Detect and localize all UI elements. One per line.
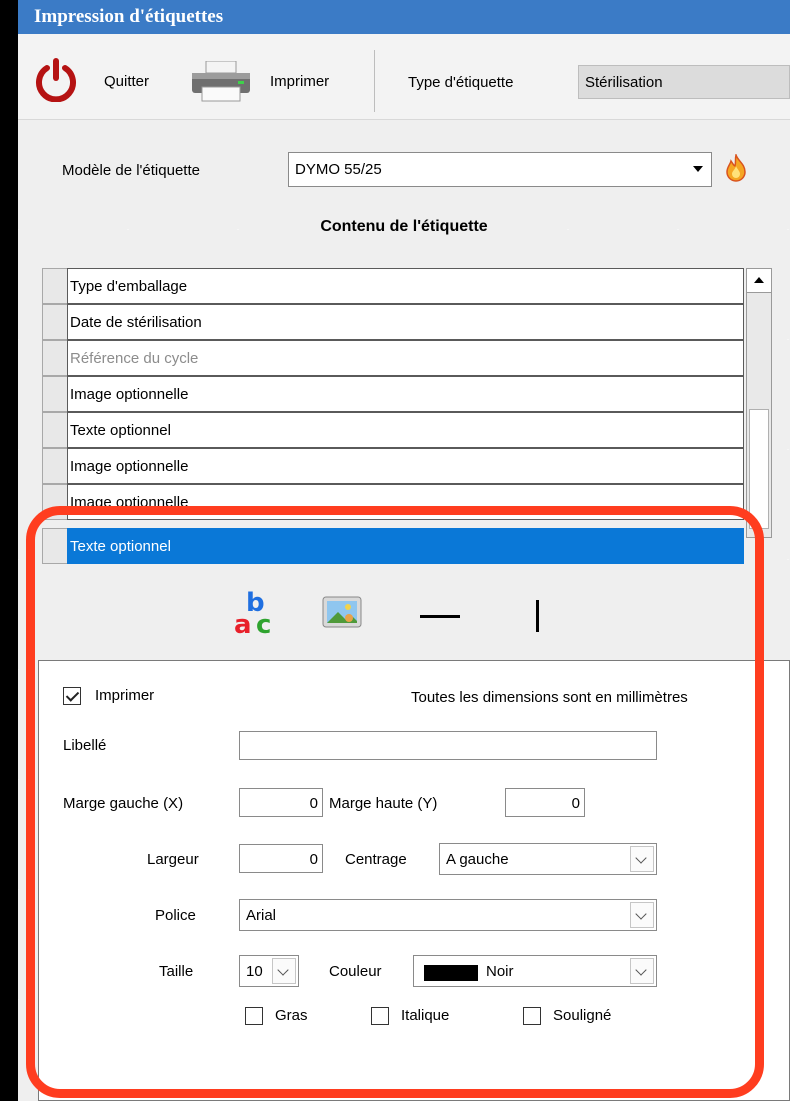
- row-selector[interactable]: [42, 268, 67, 304]
- font-select-value: Arial: [246, 907, 277, 924]
- vertical-line-tool-icon[interactable]: [536, 600, 539, 632]
- list-item[interactable]: Image optionnelle: [42, 448, 744, 484]
- width-label: Largeur: [147, 851, 199, 868]
- list-item[interactable]: Date de stérilisation: [42, 304, 744, 340]
- quit-button[interactable]: Quitter: [104, 73, 149, 90]
- bold-checkbox[interactable]: [245, 1007, 263, 1025]
- model-select[interactable]: DYMO 55/25: [288, 152, 712, 187]
- list-item-label: Image optionnelle: [67, 484, 744, 520]
- abc-letter-c-icon: c: [256, 610, 272, 640]
- margin-top-label: Marge haute (Y): [329, 795, 438, 812]
- font-label: Police: [155, 907, 196, 924]
- properties-panel: Imprimer Toutes les dimensions sont en m…: [38, 660, 790, 1101]
- size-select[interactable]: 10: [239, 955, 299, 987]
- underline-label: Souligné: [553, 1007, 612, 1024]
- italic-label: Italique: [401, 1007, 450, 1024]
- margin-top-input[interactable]: 0: [505, 788, 585, 817]
- chevron-down-icon[interactable]: [693, 166, 703, 172]
- print-button[interactable]: Imprimer: [270, 73, 329, 90]
- list-item-selected[interactable]: Texte optionnel: [42, 528, 744, 564]
- italic-checkbox[interactable]: [371, 1007, 389, 1025]
- size-label: Taille: [159, 963, 194, 980]
- list-item[interactable]: Image optionnelle: [42, 484, 744, 520]
- image-tool-icon[interactable]: [322, 596, 362, 628]
- row-selector[interactable]: [42, 304, 67, 340]
- toolbar-separator: [374, 50, 375, 112]
- libelle-label: Libellé: [63, 737, 107, 754]
- row-selector[interactable]: [42, 340, 67, 376]
- list-item-label: Date de stérilisation: [67, 304, 744, 340]
- list-item-label: Image optionnelle: [67, 448, 744, 484]
- scroll-up-icon[interactable]: [747, 269, 771, 293]
- underline-checkbox[interactable]: [523, 1007, 541, 1025]
- model-select-value: DYMO 55/25: [295, 161, 382, 178]
- model-label: Modèle de l'étiquette: [62, 162, 200, 179]
- scroll-thumb[interactable]: [749, 409, 769, 529]
- width-input[interactable]: 0: [239, 844, 323, 873]
- content-list: Type d'emballage Date de stérilisation R…: [42, 268, 772, 568]
- power-icon[interactable]: [34, 58, 78, 102]
- align-label: Centrage: [345, 851, 407, 868]
- align-select-value: A gauche: [446, 851, 509, 868]
- color-swatch: [424, 965, 478, 981]
- libelle-input[interactable]: [239, 731, 657, 760]
- print-checkbox-label: Imprimer: [95, 687, 155, 704]
- font-select[interactable]: Arial: [239, 899, 657, 931]
- row-selector[interactable]: [42, 484, 67, 520]
- row-selector[interactable]: [42, 448, 67, 484]
- text-tool-icon[interactable]: a b c: [234, 588, 276, 640]
- label-type-field[interactable]: Stérilisation: [578, 65, 790, 99]
- chevron-down-icon[interactable]: [630, 902, 654, 928]
- list-item[interactable]: Référence du cycle: [42, 340, 744, 376]
- color-label: Couleur: [329, 963, 382, 980]
- margin-left-input[interactable]: 0: [239, 788, 323, 817]
- chevron-down-icon[interactable]: [630, 958, 654, 984]
- label-print-window: Impression d'étiquettes Quitter Imprimer…: [18, 0, 790, 1101]
- toolbar: Quitter Imprimer Type d'étiquette Stéril…: [18, 34, 790, 120]
- element-tools: a b c: [18, 580, 790, 660]
- flame-icon[interactable]: [724, 154, 748, 182]
- content-title: Contenu de l'étiquette: [320, 218, 488, 235]
- list-item[interactable]: Type d'emballage: [42, 268, 744, 304]
- chevron-down-icon[interactable]: [272, 958, 296, 984]
- label-type-label: Type d'étiquette: [408, 74, 514, 91]
- units-note: Toutes les dimensions sont en millimètre…: [411, 689, 688, 706]
- row-selector[interactable]: [42, 412, 67, 448]
- list-item-label: Type d'emballage: [67, 268, 744, 304]
- list-item-label: Texte optionnel: [67, 412, 744, 448]
- margin-left-label: Marge gauche (X): [63, 795, 184, 812]
- printer-icon[interactable]: [190, 61, 252, 103]
- window-title: Impression d'étiquettes: [18, 0, 790, 34]
- chevron-down-icon[interactable]: [630, 846, 654, 872]
- list-item-label: Texte optionnel: [67, 528, 744, 564]
- list-scrollbar[interactable]: [746, 268, 772, 538]
- list-item[interactable]: Texte optionnel: [42, 412, 744, 448]
- align-select[interactable]: A gauche: [439, 843, 657, 875]
- bold-label: Gras: [275, 1007, 308, 1024]
- row-selector[interactable]: [42, 528, 67, 564]
- horizontal-line-tool-icon[interactable]: [420, 615, 460, 618]
- list-item-label: Référence du cycle: [67, 340, 744, 376]
- list-item-label: Image optionnelle: [67, 376, 744, 412]
- list-item[interactable]: Image optionnelle: [42, 376, 744, 412]
- size-select-value: 10: [246, 963, 263, 980]
- color-select[interactable]: Noir: [413, 955, 657, 987]
- row-selector[interactable]: [42, 376, 67, 412]
- color-select-value: Noir: [486, 963, 514, 980]
- print-checkbox[interactable]: [63, 687, 81, 705]
